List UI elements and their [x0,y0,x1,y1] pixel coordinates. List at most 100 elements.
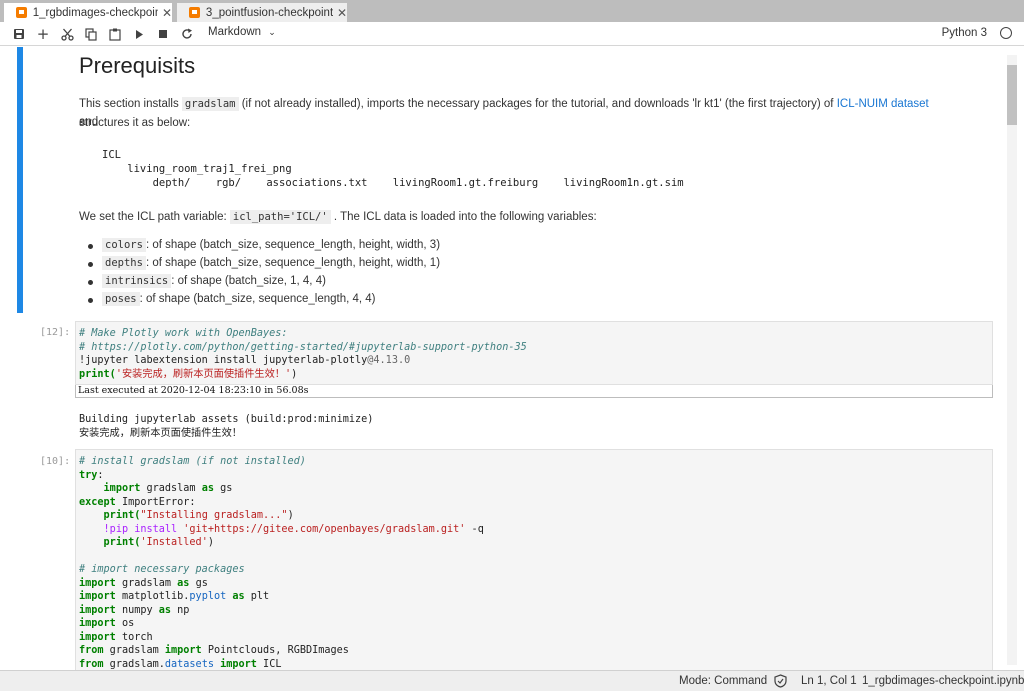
code-token: import [79,577,116,589]
text: : of shape (batch_size, sequence_length,… [139,293,376,305]
code-token: torch [115,631,153,643]
bullet [88,298,93,303]
restart-icon[interactable] [179,26,195,42]
code-token: gradslam [115,577,178,589]
text: We set the ICL path variable: [79,211,227,223]
paste-icon[interactable] [107,26,123,42]
add-icon[interactable]: + [35,25,51,43]
tree-line: depth/ rgb/ associations.txt livingRoom1… [102,177,684,189]
code-line: # https://plotly.com/python/getting-star… [79,341,527,353]
code-token: numpy [115,604,159,616]
list-item: poses: of shape (batch_size, sequence_le… [102,290,376,308]
code-token: ) [291,368,298,380]
code-token: '安装完成，刷新本页面使插件生效！' [115,368,292,380]
text: This section installs [79,98,179,110]
markdown-intro: This section installs gradslam (if not a… [79,95,949,131]
inline-code: depths [102,256,146,270]
code-line: import numpy as np [76,604,992,618]
tab-label: 3_pointfusion-checkpoint.ipynb [205,6,333,19]
code-token: import [79,604,116,616]
inline-code: icl_path='ICL/' [229,210,331,224]
code-token: Pointclouds, RGBDImages [201,645,349,656]
code-token: 'git+https://gitee.com/openbayes/gradsla… [183,523,466,535]
code-token: print( [103,510,141,521]
icl-nuim-link[interactable]: ICL-NUIM dataset [837,98,929,110]
code-token: gradslam. [103,658,165,670]
code-token: pyplot [189,591,227,602]
file-name: 1_rgbdimages-checkpoint.ipynb [862,675,1024,687]
cell-output-line: Building jupyterlab assets (build:prod:m… [79,414,374,425]
run-icon[interactable] [131,26,147,42]
vertical-scrollbar[interactable] [1007,55,1017,665]
code-cell-editor[interactable]: # install gradslam (if not installed) tr… [75,449,993,670]
bullet [88,262,93,267]
cell-type-select[interactable]: Markdown ⌄ [208,26,276,38]
code-token: import [79,618,116,629]
code-token: as [201,483,214,494]
code-token: try [79,469,98,481]
code-token: ) [287,510,294,521]
list-item: colors: of shape (batch_size, sequence_l… [102,236,440,254]
list-item: depths: of shape (batch_size, sequence_l… [102,254,440,272]
code-token: print( [79,368,116,380]
kernel-status-icon [1000,27,1012,39]
execution-time: Last executed at 2020-12-04 18:23:10 in … [75,385,993,398]
inline-code: poses [102,292,140,306]
kernel-name[interactable]: Python 3 [942,27,987,39]
tab-bar: 1_rgbdimages-checkpoint.ipynb ✕ 3_pointf… [0,0,1024,22]
close-icon[interactable]: ✕ [162,6,172,20]
code-token: 'Installed' [140,537,208,548]
code-token: except [79,496,116,508]
notebook-panel[interactable]: Prerequisits This section installs grads… [0,47,1024,670]
code-line: except ImportError: [76,496,992,510]
notebook-icon [189,7,200,18]
code-line: import gradslam as gs [76,482,992,496]
code-token: import [164,645,202,656]
copy-icon[interactable] [83,26,99,42]
code-line: !pip install 'git+https://gitee.com/open… [76,523,992,537]
stop-icon[interactable] [155,26,171,42]
code-token: : [97,469,104,481]
tree-line: living_room_traj1_frei_png [102,163,292,175]
code-line: # Make Plotly work with OpenBayes: [79,328,288,339]
inline-code: intrinsics [102,274,172,288]
code-line: import gradslam as gs [76,577,992,591]
code-token: gs [213,483,233,494]
code-line: print('安装完成，刷新本页面使插件生效！') [76,368,992,382]
markdown-intro-cont: structures it as below: [79,117,191,129]
cell-type-label: Markdown [208,26,262,38]
markdown-path: We set the ICL path variable: icl_path='… [79,208,597,226]
code-token: as [158,604,172,616]
scrollbar-thumb[interactable] [1007,65,1017,125]
code-token: from [79,645,104,656]
code-token: datasets [164,658,214,670]
code-line: import matplotlib.pyplot as plt [76,590,992,604]
close-icon[interactable]: ✕ [337,6,347,20]
code-token: import [103,483,141,494]
shield-icon[interactable] [774,674,787,691]
tree-line: ICL [102,149,121,161]
code-line: from gradslam.datasets import ICL [76,658,992,671]
code-token: np [171,604,190,616]
code-token: -q [465,523,484,535]
code-cell-editor[interactable]: # Make Plotly work with OpenBayes: # htt… [75,321,993,385]
code-line: import torch [76,631,992,645]
cell-prompt: [10]: [40,456,71,467]
code-token: gradslam [103,645,165,656]
active-cell-indicator [17,47,23,313]
cell-output-line: 安装完成，刷新本页面使插件生效！ [79,428,242,439]
code-line: !jupyter labextension install jupyterlab… [76,354,992,368]
code-token: ICL [256,658,282,670]
code-token: gradslam [140,483,202,494]
cut-icon[interactable] [59,26,75,42]
tab-pointfusion[interactable]: 3_pointfusion-checkpoint.ipynb ✕ [176,2,348,22]
inline-code: gradslam [181,97,239,111]
cursor-position[interactable]: Ln 1, Col 1 [801,675,857,687]
code-token: import [79,631,116,643]
tab-rgbdimages[interactable]: 1_rgbdimages-checkpoint.ipynb ✕ [3,2,173,22]
code-token: !jupyter labextension install jupyterlab… [79,355,368,366]
cell-prompt: [12]: [40,327,71,338]
save-icon[interactable] [11,26,27,42]
notebook-icon [16,7,27,18]
